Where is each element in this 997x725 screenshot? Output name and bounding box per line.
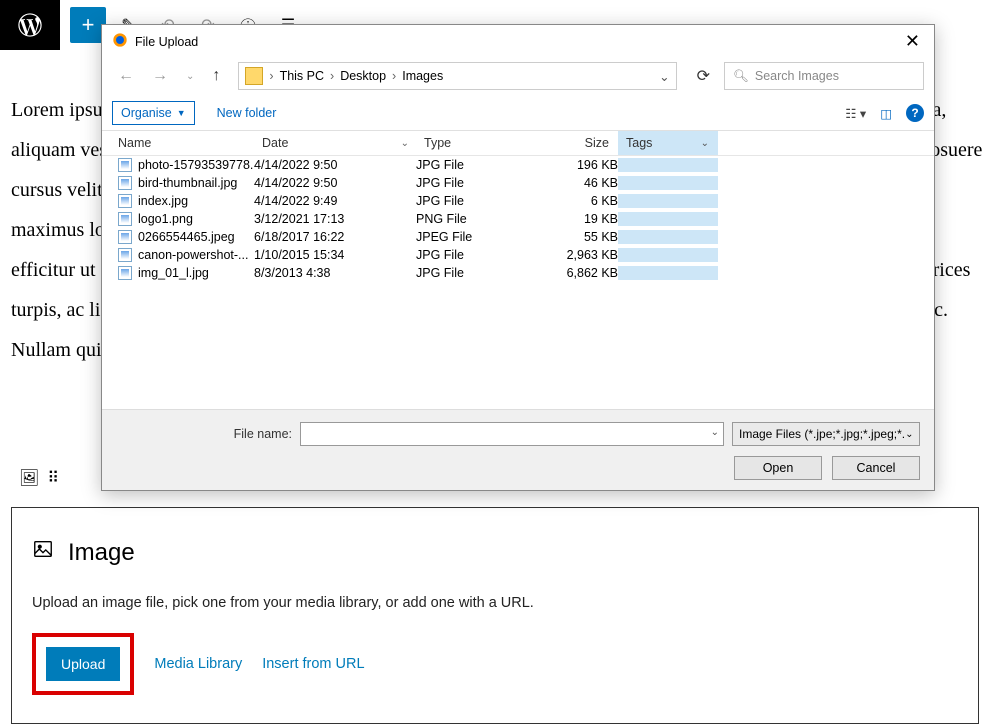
file-date: 1/10/2015 15:34 xyxy=(254,248,416,262)
column-tags[interactable]: Tags⌄ xyxy=(618,131,718,155)
file-size: 19 KB xyxy=(536,212,618,226)
file-date: 8/3/2013 4:38 xyxy=(254,266,416,280)
dialog-titlebar: File Upload ✕ xyxy=(102,25,934,58)
column-size[interactable]: Size xyxy=(536,131,618,155)
organise-button[interactable]: Organise▼ xyxy=(112,101,195,125)
file-name: photo-15793539778... xyxy=(138,158,254,172)
image-block-placeholder: Image Upload an image file, pick one fro… xyxy=(11,507,979,724)
view-mode-icon[interactable]: ☷ ▾ xyxy=(845,106,866,121)
file-row[interactable]: logo1.png 3/12/2021 17:13PNG File19 KB xyxy=(102,210,934,228)
firefox-icon xyxy=(112,32,135,51)
image-block-title-text: Image xyxy=(68,539,135,567)
file-icon xyxy=(118,248,132,262)
file-date: 4/14/2022 9:50 xyxy=(254,158,416,172)
breadcrumb-segment[interactable]: Images xyxy=(402,69,443,83)
file-name: bird-thumbnail.jpg xyxy=(138,176,237,190)
preview-pane-icon[interactable]: ◫ xyxy=(880,106,892,121)
image-block-title: Image xyxy=(32,538,958,567)
file-date: 4/14/2022 9:50 xyxy=(254,176,416,190)
wordpress-logo[interactable] xyxy=(0,0,60,50)
insert-from-url-link[interactable]: Insert from URL xyxy=(262,656,364,672)
file-date: 3/12/2021 17:13 xyxy=(254,212,416,226)
forward-icon[interactable]: → xyxy=(146,63,174,89)
media-library-link[interactable]: Media Library xyxy=(154,656,242,672)
dialog-footer: File name: ⌄ Image Files (*.jpe;*.jpg;*.… xyxy=(102,409,934,490)
file-row[interactable]: photo-15793539778...4/14/2022 9:50JPG Fi… xyxy=(102,156,934,174)
file-type: JPG File xyxy=(416,266,536,280)
chevron-down-icon[interactable]: ⌄ xyxy=(711,427,719,438)
file-list: photo-15793539778...4/14/2022 9:50JPG Fi… xyxy=(102,156,934,409)
image-block-icon[interactable]: 🖼 xyxy=(19,468,39,488)
search-icon: 🔍︎ xyxy=(733,69,749,84)
file-row[interactable]: bird-thumbnail.jpg 4/14/2022 9:50JPG File… xyxy=(102,174,934,192)
upload-highlight: Upload xyxy=(32,633,134,695)
column-date[interactable]: Date⌄ xyxy=(254,131,416,155)
search-input[interactable]: 🔍︎ Search Images xyxy=(724,62,924,90)
breadcrumb-dropdown-icon[interactable]: ⌄ xyxy=(659,69,669,84)
column-type[interactable]: Type xyxy=(416,131,536,155)
file-icon xyxy=(118,266,132,280)
file-row[interactable]: index.jpg 4/14/2022 9:49JPG File6 KB xyxy=(102,192,934,210)
file-size: 6,862 KB xyxy=(536,266,618,280)
file-size: 46 KB xyxy=(536,176,618,190)
up-icon[interactable]: ↑ xyxy=(206,63,226,89)
file-list-headers: Name Date⌄ Type Size Tags⌄ xyxy=(102,131,934,156)
refresh-icon[interactable]: ⟳ xyxy=(689,62,718,90)
open-button[interactable]: Open xyxy=(734,456,822,480)
file-icon xyxy=(118,230,132,244)
file-name: 0266554465.jpeg xyxy=(138,230,235,244)
filename-label: File name: xyxy=(116,427,292,441)
file-type: JPG File xyxy=(416,176,536,190)
image-block-desc: Upload an image file, pick one from your… xyxy=(32,595,958,611)
breadcrumb[interactable]: › This PC › Desktop › Images ⌄ xyxy=(238,62,676,90)
folder-icon xyxy=(245,67,263,85)
file-row[interactable]: 0266554465.jpeg 6/18/2017 16:22JPEG File5… xyxy=(102,228,934,246)
file-icon xyxy=(118,176,132,190)
column-name[interactable]: Name xyxy=(102,131,254,155)
file-size: 196 KB xyxy=(536,158,618,172)
image-icon xyxy=(32,538,54,567)
file-upload-dialog: File Upload ✕ ← → ⌄ ↑ › This PC › Deskto… xyxy=(101,24,935,491)
file-icon xyxy=(118,158,132,172)
drag-handle-icon[interactable]: ⠿ xyxy=(47,468,59,488)
sort-indicator-icon: ⌄ xyxy=(401,138,409,149)
dialog-nav: ← → ⌄ ↑ › This PC › Desktop › Images ⌄ ⟳… xyxy=(102,58,934,96)
file-type: PNG File xyxy=(416,212,536,226)
file-type: JPG File xyxy=(416,158,536,172)
dialog-toolbar: Organise▼ New folder ☷ ▾ ◫ ? xyxy=(102,96,934,131)
file-name: img_01_l.jpg xyxy=(138,266,209,280)
breadcrumb-segment[interactable]: This PC xyxy=(280,69,324,83)
image-block-actions: Upload Media Library Insert from URL xyxy=(32,633,958,695)
file-size: 2,963 KB xyxy=(536,248,618,262)
file-name: logo1.png xyxy=(138,212,193,226)
file-type-filter[interactable]: Image Files (*.jpe;*.jpg;*.jpeg;*.⌄ xyxy=(732,422,920,446)
breadcrumb-segment[interactable]: Desktop xyxy=(340,69,386,83)
plus-icon: + xyxy=(82,12,95,38)
filename-input[interactable]: ⌄ xyxy=(300,422,724,446)
search-placeholder: Search Images xyxy=(755,69,839,83)
close-icon[interactable]: ✕ xyxy=(901,31,924,52)
file-type: JPG File xyxy=(416,248,536,262)
file-type: JPEG File xyxy=(416,230,536,244)
file-icon xyxy=(118,194,132,208)
chevron-down-icon: ⌄ xyxy=(701,138,709,149)
block-toolbar: 🖼 ⠿ xyxy=(11,460,67,496)
file-name: index.jpg xyxy=(138,194,188,208)
file-date: 6/18/2017 16:22 xyxy=(254,230,416,244)
new-folder-button[interactable]: New folder xyxy=(217,106,277,120)
file-date: 4/14/2022 9:49 xyxy=(254,194,416,208)
file-size: 6 KB xyxy=(536,194,618,208)
cancel-button[interactable]: Cancel xyxy=(832,456,920,480)
chevron-down-icon[interactable]: ⌄ xyxy=(180,67,200,86)
upload-button[interactable]: Upload xyxy=(46,647,120,681)
file-size: 55 KB xyxy=(536,230,618,244)
file-row[interactable]: img_01_l.jpg 8/3/2013 4:38JPG File6,862 K… xyxy=(102,264,934,282)
file-row[interactable]: canon-powershot-... 1/10/2015 15:34JPG Fi… xyxy=(102,246,934,264)
file-type: JPG File xyxy=(416,194,536,208)
dialog-title: File Upload xyxy=(135,35,198,49)
back-icon[interactable]: ← xyxy=(112,63,140,89)
file-name: canon-powershot-... xyxy=(138,248,248,262)
help-icon[interactable]: ? xyxy=(906,104,924,122)
file-icon xyxy=(118,212,132,226)
